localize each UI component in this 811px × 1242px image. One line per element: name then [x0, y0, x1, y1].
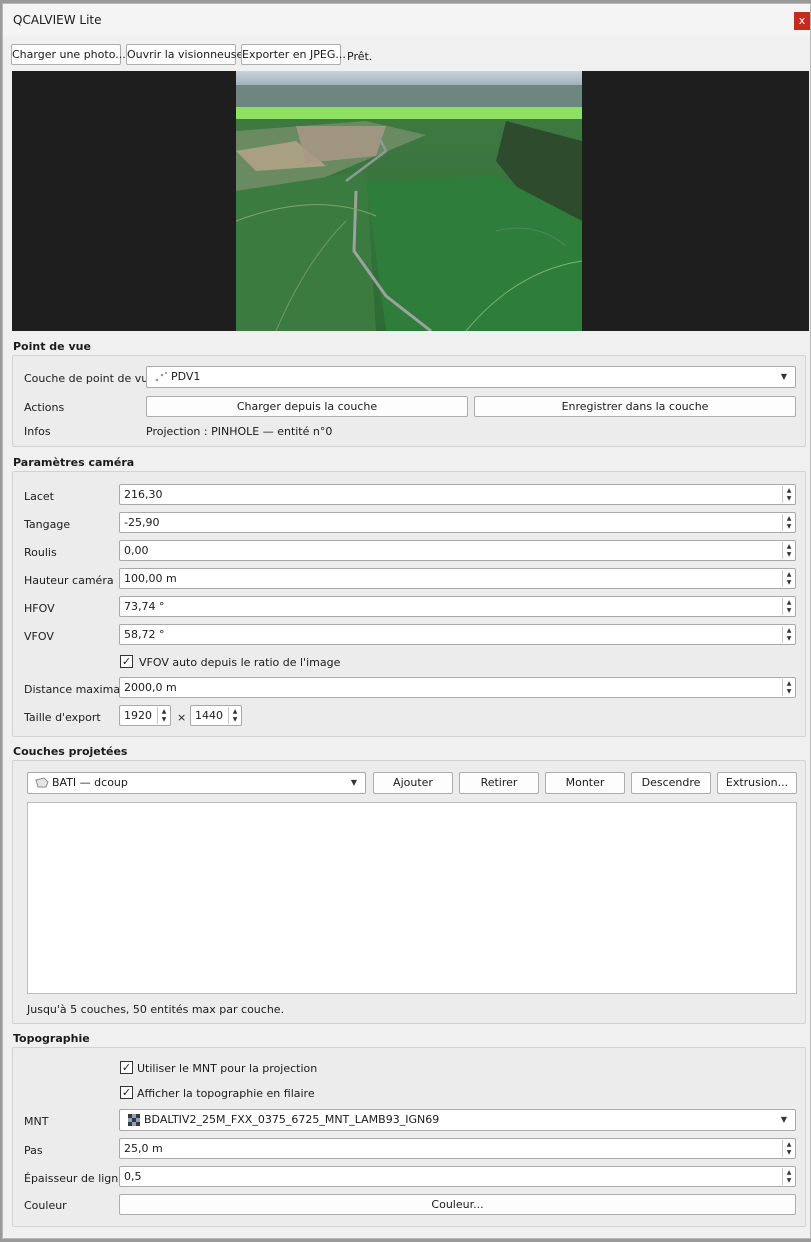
export-width-value: 1920 — [124, 709, 152, 722]
camera-height-label: Hauteur caméra — [24, 574, 114, 587]
export-times-sign: × — [177, 711, 187, 724]
chevron-down-icon: ▼ — [350, 778, 357, 787]
vfov-label: VFOV — [24, 630, 54, 643]
move-down-button[interactable]: Descendre — [631, 772, 711, 794]
spin-arrows-icon[interactable]: ▲ ▼ — [782, 1140, 794, 1157]
pitch-input[interactable]: -25,90 ▲ ▼ — [119, 512, 796, 533]
spin-arrows-icon[interactable]: ▲ ▼ — [782, 679, 794, 696]
vfov-input[interactable]: 58,72 ° ▲ ▼ — [119, 624, 796, 645]
projected-layers-note: Jusqu'à 5 couches, 50 entités max par co… — [27, 1003, 285, 1016]
viewpoint-group: Couche de point de vue PDV1 ▼ Actions Ch… — [12, 355, 806, 447]
line-width-input[interactable]: 0,5 ▲ ▼ — [119, 1166, 796, 1187]
viewpoint-layer-combo[interactable]: PDV1 ▼ — [146, 366, 796, 388]
export-height-input[interactable]: 1440 ▲ ▼ — [190, 705, 242, 726]
viewpoint-layer-label: Couche de point de vue — [24, 372, 155, 385]
projected-layer-combo[interactable]: BATI — dcoup ▼ — [27, 772, 366, 794]
color-label: Couleur — [24, 1199, 67, 1212]
spin-arrows-icon[interactable]: ▲ ▼ — [228, 707, 240, 724]
actions-label: Actions — [24, 401, 65, 414]
raster-layer-icon — [128, 1114, 140, 1126]
show-wireframe-label: Afficher la topographie en filaire — [137, 1087, 315, 1100]
open-viewer-button[interactable]: Ouvrir la visionneuse — [126, 44, 243, 65]
main-window: QCALVIEW Lite x Charger une photo... Ouv… — [2, 3, 811, 1239]
vfov-value: 58,72 ° — [124, 628, 165, 641]
load-from-layer-button[interactable]: Charger depuis la couche — [146, 396, 468, 417]
save-to-layer-button[interactable]: Enregistrer dans la couche — [474, 396, 796, 417]
color-button[interactable]: Couleur... — [119, 1194, 796, 1215]
remove-layer-button[interactable]: Retirer — [459, 772, 539, 794]
hfov-label: HFOV — [24, 602, 55, 615]
step-value: 25,0 m — [124, 1142, 163, 1155]
title-bar[interactable]: QCALVIEW Lite x — [3, 4, 810, 36]
add-layer-button[interactable]: Ajouter — [373, 772, 453, 794]
use-dtm-checkbox[interactable]: ✓ — [120, 1061, 133, 1074]
export-jpeg-button[interactable]: Exporter en JPEG... — [241, 44, 346, 65]
show-wireframe-checkbox[interactable]: ✓ — [120, 1086, 133, 1099]
load-photo-button[interactable]: Charger une photo... — [11, 44, 126, 65]
photo-preview-panel — [12, 71, 809, 331]
spin-arrows-icon[interactable]: ▲ ▼ — [782, 626, 794, 643]
polygon-layer-icon — [35, 777, 49, 788]
checkmark-icon: ✓ — [121, 1086, 132, 1099]
topography-group: ✓ Utiliser le MNT pour la projection ✓ A… — [12, 1047, 806, 1227]
projected-layers-section-title: Couches projetées — [13, 745, 128, 758]
close-button[interactable]: x — [794, 12, 810, 30]
step-label: Pas — [24, 1144, 43, 1157]
hfov-value: 73,74 ° — [124, 600, 165, 613]
spin-arrows-icon[interactable]: ▲ ▼ — [782, 514, 794, 531]
window-title: QCALVIEW Lite — [13, 13, 102, 27]
camera-height-input[interactable]: 100,00 m ▲ ▼ — [119, 568, 796, 589]
line-width-value: 0,5 — [124, 1170, 142, 1183]
yaw-value: 216,30 — [124, 488, 163, 501]
status-text: Prêt. — [347, 50, 373, 63]
aerial-photo — [236, 71, 582, 331]
dtm-label: MNT — [24, 1115, 49, 1128]
use-dtm-label: Utiliser le MNT pour la projection — [137, 1062, 318, 1075]
spin-arrows-icon[interactable]: ▲ ▼ — [782, 542, 794, 559]
roll-value: 0,00 — [124, 544, 149, 557]
move-up-button[interactable]: Monter — [545, 772, 625, 794]
export-size-label: Taille d'export — [24, 711, 101, 724]
max-distance-label: Distance maximale — [24, 683, 130, 696]
spin-arrows-icon[interactable]: ▲ ▼ — [782, 570, 794, 587]
yaw-input[interactable]: 216,30 ▲ ▼ — [119, 484, 796, 505]
checkmark-icon: ✓ — [121, 1061, 132, 1074]
roll-input[interactable]: 0,00 ▲ ▼ — [119, 540, 796, 561]
info-value: Projection : PINHOLE — entité n°0 — [146, 425, 333, 438]
hfov-input[interactable]: 73,74 ° ▲ ▼ — [119, 596, 796, 617]
spin-arrows-icon[interactable]: ▲ ▼ — [782, 1168, 794, 1185]
pitch-value: -25,90 — [124, 516, 160, 529]
camera-section-title: Paramètres caméra — [13, 456, 135, 469]
chevron-down-icon: ▼ — [780, 1115, 787, 1124]
projected-layers-group: BATI — dcoup ▼ Ajouter Retirer Monter De… — [12, 760, 806, 1024]
chevron-down-icon: ▼ — [780, 372, 787, 381]
vfov-auto-label: VFOV auto depuis le ratio de l'image — [139, 656, 341, 669]
spin-arrows-icon[interactable]: ▲ ▼ — [157, 707, 169, 724]
topography-section-title: Topographie — [13, 1032, 90, 1045]
yaw-label: Lacet — [24, 490, 54, 503]
camera-height-value: 100,00 m — [124, 572, 177, 585]
export-width-input[interactable]: 1920 ▲ ▼ — [119, 705, 171, 726]
viewpoint-layer-value: PDV1 — [171, 370, 201, 383]
point-layer-icon — [155, 371, 168, 382]
dtm-combo[interactable]: BDALTIV2_25M_FXX_0375_6725_MNT_LAMB93_IG… — [119, 1109, 796, 1131]
max-distance-value: 2000,0 m — [124, 681, 177, 694]
roll-label: Roulis — [24, 546, 57, 559]
spin-arrows-icon[interactable]: ▲ ▼ — [782, 486, 794, 503]
checkmark-icon: ✓ — [121, 655, 132, 668]
projected-layer-value: BATI — dcoup — [52, 776, 128, 789]
extrusion-button[interactable]: Extrusion... — [717, 772, 797, 794]
camera-group: Lacet 216,30 ▲ ▼ Tangage -25,90 ▲ ▼ Roulis… — [12, 471, 806, 737]
projected-layers-list[interactable] — [27, 802, 797, 994]
spin-arrows-icon[interactable]: ▲ ▼ — [782, 598, 794, 615]
step-input[interactable]: 25,0 m ▲ ▼ — [119, 1138, 796, 1159]
dtm-value: BDALTIV2_25M_FXX_0375_6725_MNT_LAMB93_IG… — [144, 1113, 440, 1126]
viewpoint-section-title: Point de vue — [13, 340, 91, 353]
line-width-label: Épaisseur de ligne — [24, 1172, 126, 1185]
info-label: Infos — [24, 425, 51, 438]
pitch-label: Tangage — [24, 518, 71, 531]
export-height-value: 1440 — [195, 709, 223, 722]
vfov-auto-checkbox[interactable]: ✓ — [120, 655, 133, 668]
max-distance-input[interactable]: 2000,0 m ▲ ▼ — [119, 677, 796, 698]
